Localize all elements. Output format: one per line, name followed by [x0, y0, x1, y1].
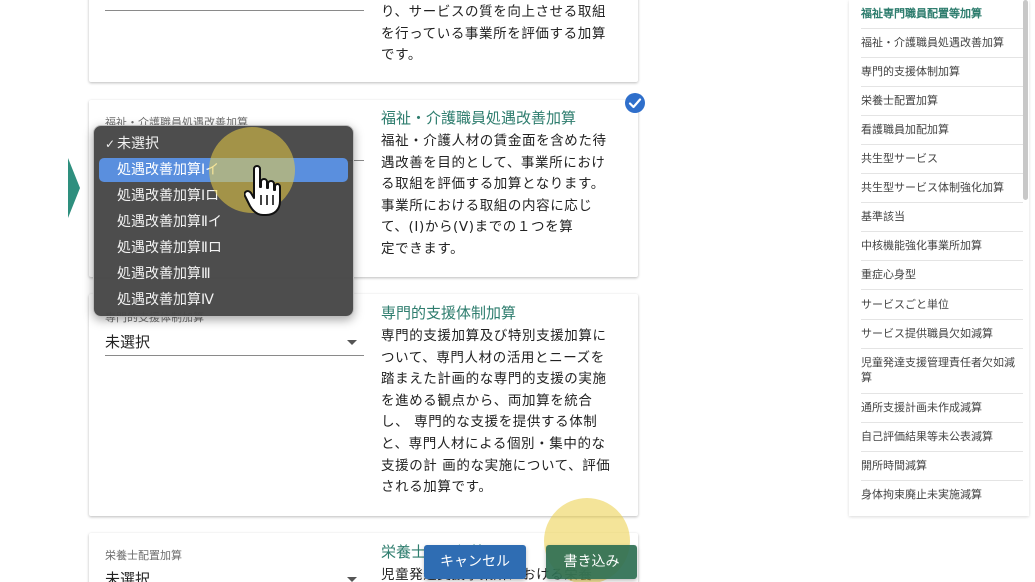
nav-divider: [861, 289, 1023, 290]
nav-item-symbiotic-strengthening[interactable]: 共生型サービス体制強化加算: [861, 180, 1023, 195]
nav-item-symbiotic-service[interactable]: 共生型サービス: [861, 151, 1023, 166]
nav-item-manager-shortage[interactable]: 児童発達支援管理責任者欠如減算: [861, 355, 1023, 385]
nav-item-plan-not-created[interactable]: 通所支援計画未作成減算: [861, 400, 1023, 415]
nav-divider: [861, 260, 1023, 261]
select-underline: [105, 355, 364, 356]
nav-divider: [861, 28, 1023, 29]
addition-card-specialized-support: 専門的支援体制加算 未選択 専門的支援体制加算 専門的支援加算及び特別支援加算に…: [89, 294, 638, 516]
caret-down-icon[interactable]: [347, 577, 357, 582]
expand-arrow-icon[interactable]: [66, 158, 82, 218]
addition-title: 専門的支援体制加算: [381, 304, 517, 322]
nav-divider: [861, 480, 1023, 481]
nav-item-welfare-specialist[interactable]: 福祉専門職員配置等加算: [861, 6, 1023, 21]
addition-description: 福祉・介護人材の賃金面を含めた待 遇改善を目的として、事業所におけ る取組を評価…: [381, 133, 607, 257]
nav-divider: [861, 86, 1023, 87]
nav-item-specialized-support[interactable]: 専門的支援体制加算: [861, 64, 1023, 79]
nav-item-nursing-staff[interactable]: 看護職員加配加算: [861, 122, 1023, 137]
addition-description: 専門的支援加算及び特別支援加算に ついて、専門人材の活用とニーズを 踏まえた計画…: [381, 328, 611, 496]
check-mark-icon: ✓: [105, 137, 116, 151]
nav-divider: [861, 231, 1023, 232]
nav-item-core-function[interactable]: 中核機能強化事業所加算: [861, 238, 1023, 253]
nav-divider: [861, 422, 1023, 423]
nav-divider: [861, 451, 1023, 452]
save-button[interactable]: 書き込み: [546, 545, 637, 579]
nav-item-staff-shortage[interactable]: サービス提供職員欠如減算: [861, 326, 1023, 341]
nav-divider: [861, 57, 1023, 58]
nav-divider: [861, 115, 1023, 116]
nav-item-standard-applicable[interactable]: 基準該当: [861, 209, 1023, 224]
nav-divider: [861, 393, 1023, 394]
hand-pointer-icon: [244, 165, 281, 216]
nav-divider: [861, 319, 1023, 320]
check-circle-icon[interactable]: [624, 92, 646, 114]
field-label: 栄養士配置加算: [105, 549, 182, 562]
nav-divider: [861, 348, 1023, 349]
nav-item-treatment-improvement[interactable]: 福祉・介護職員処遇改善加算: [861, 35, 1023, 50]
nav-item-self-evaluation[interactable]: 自己評価結果等未公表減算: [861, 429, 1023, 444]
nav-divider: [861, 173, 1023, 174]
cancel-button[interactable]: キャンセル: [424, 545, 526, 579]
nav-item-nutritionist[interactable]: 栄養士配置加算: [861, 93, 1023, 108]
nav-divider: [861, 202, 1023, 203]
dropdown-option[interactable]: 処遇改善加算Ⅲ: [99, 262, 348, 286]
addition-description: り、サービスの質を向上させる取組 を行っている事業所を評価する加算 です。: [381, 4, 607, 64]
addition-card-previous: り、サービスの質を向上させる取組 を行っている事業所を評価する加算 です。: [89, 0, 638, 82]
side-nav-scrollbar[interactable]: [1023, 0, 1028, 200]
select-value[interactable]: 未選択: [105, 568, 150, 582]
caret-down-icon[interactable]: [347, 340, 357, 345]
nav-item-restraint[interactable]: 身体拘束廃止未実施減算: [861, 487, 1023, 502]
select-underline: [105, 10, 364, 11]
nav-item-service-unit[interactable]: サービスごと単位: [861, 297, 1023, 312]
nav-divider: [861, 144, 1023, 145]
dropdown-option[interactable]: 処遇改善加算Ⅳ: [99, 288, 348, 312]
nav-item-severe-disability[interactable]: 重症心身型: [861, 267, 1023, 282]
dropdown-option[interactable]: 処遇改善加算Ⅱロ: [99, 236, 348, 260]
nav-item-opening-hours[interactable]: 開所時間減算: [861, 458, 1023, 473]
dropdown-option[interactable]: 処遇改善加算Ⅱイ: [99, 210, 348, 234]
select-value[interactable]: 未選択: [105, 331, 150, 352]
addition-title: 福祉・介護職員処遇改善加算: [381, 109, 577, 127]
side-navigation: 福祉専門職員配置等加算 福祉・介護職員処遇改善加算 専門的支援体制加算 栄養士配…: [849, 0, 1029, 516]
